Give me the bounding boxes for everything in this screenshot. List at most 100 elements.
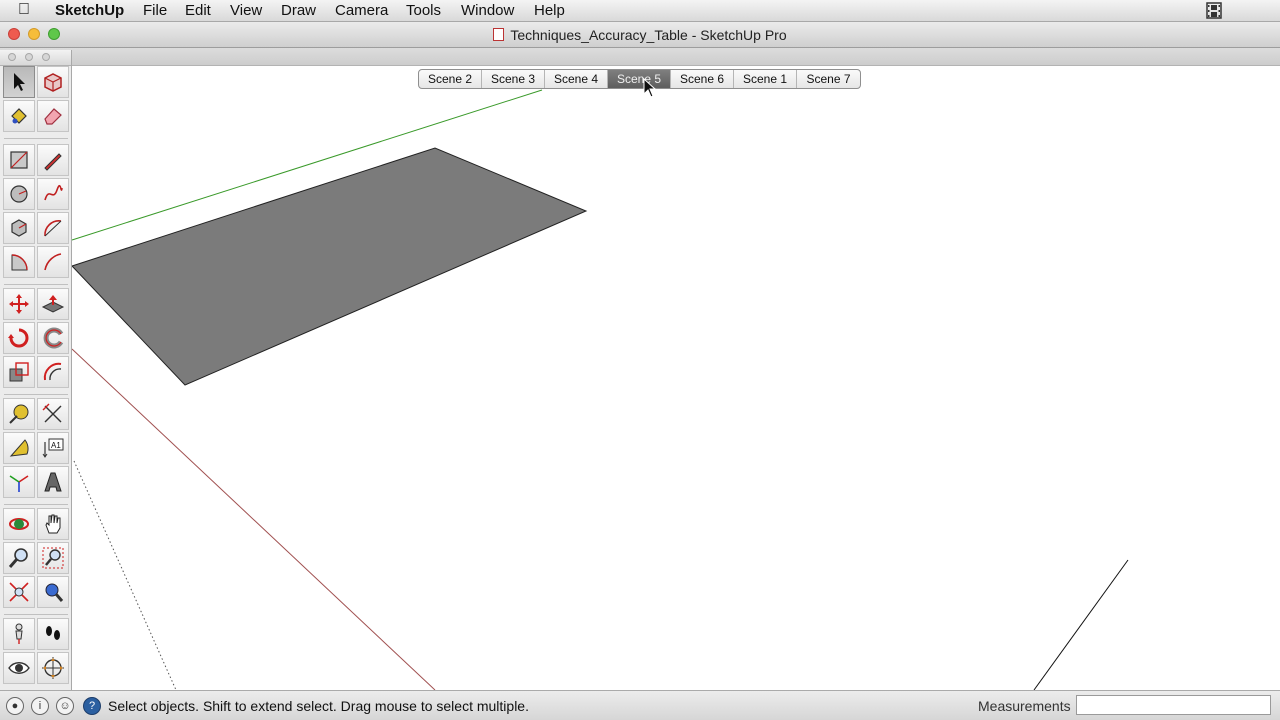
geo-location-icon[interactable]: ● <box>6 697 24 715</box>
tab-scene-6[interactable]: Scene 6 <box>671 70 734 88</box>
arc-icon <box>44 220 62 237</box>
tool-separator <box>4 614 68 615</box>
tool-move[interactable] <box>3 288 35 320</box>
tool-arc[interactable] <box>37 212 69 244</box>
follow-me-icon <box>43 327 64 349</box>
tool-select[interactable] <box>3 66 35 98</box>
tab-scene-1[interactable]: Scene 1 <box>734 70 797 88</box>
tool-make-component[interactable] <box>37 66 69 98</box>
tool-tape-measure[interactable] <box>3 398 35 430</box>
menu-draw[interactable]: Draw <box>281 2 316 19</box>
status-bar: ● i ☺ ? Select objects. Shift to extend … <box>0 690 1280 720</box>
model-canvas[interactable] <box>0 66 1280 690</box>
tool-offset[interactable] <box>37 356 69 388</box>
tool-text[interactable]: A1 <box>37 432 69 464</box>
tool-two-point-arc[interactable] <box>37 246 69 278</box>
position-camera-icon <box>15 623 23 644</box>
tool-protractor[interactable] <box>3 432 35 464</box>
tool-look-around[interactable] <box>3 652 35 684</box>
menu-file[interactable]: File <box>143 2 167 19</box>
tool-freehand[interactable] <box>37 178 69 210</box>
black-edge-line <box>1033 559 1129 690</box>
tool-previous-view[interactable] <box>37 576 69 608</box>
menu-bar:  SketchUp File Edit View Draw Camera To… <box>0 0 1280 22</box>
two-point-arc-icon <box>44 253 62 271</box>
walk-icon <box>46 626 60 640</box>
polygon-icon <box>11 219 27 237</box>
credits-icon[interactable]: i <box>31 697 49 715</box>
palette-title-bar <box>0 50 71 66</box>
app-menu[interactable]: SketchUp <box>55 2 124 19</box>
tool-zoom-extents[interactable] <box>3 576 35 608</box>
tab-scene-2[interactable]: Scene 2 <box>419 70 482 88</box>
tape-measure-icon <box>9 404 29 424</box>
apple-menu-icon[interactable]:  <box>18 1 30 19</box>
rectangle-icon <box>10 151 28 169</box>
tab-scene-5[interactable]: Scene 5 <box>608 70 671 88</box>
tool-zoom[interactable] <box>3 542 35 574</box>
pie-icon <box>11 254 28 271</box>
red-axis-line <box>71 348 436 690</box>
select-tool-icon <box>14 73 25 91</box>
tool-line[interactable] <box>37 144 69 176</box>
tool-3d-text[interactable] <box>37 466 69 498</box>
tool-walk[interactable] <box>37 618 69 650</box>
protractor-icon <box>9 439 29 457</box>
zoom-extents-icon <box>9 582 29 602</box>
tool-paint-bucket[interactable] <box>3 100 35 132</box>
tool-rectangle[interactable] <box>3 144 35 176</box>
window-title: Techniques_Accuracy_Table - SketchUp Pro <box>0 27 1280 43</box>
tool-follow-me[interactable] <box>37 322 69 354</box>
tool-eraser[interactable] <box>37 100 69 132</box>
circle-icon <box>10 185 28 203</box>
tool-dimension[interactable] <box>37 398 69 430</box>
user-account-icon[interactable]: ☺ <box>56 697 74 715</box>
palette-close-button[interactable] <box>8 53 16 61</box>
tool-scale[interactable] <box>3 356 35 388</box>
film-strip-icon[interactable] <box>1206 2 1222 19</box>
eraser-icon <box>44 108 62 125</box>
tool-position-camera[interactable] <box>3 618 35 650</box>
menu-help[interactable]: Help <box>534 2 565 19</box>
menu-window[interactable]: Window <box>461 2 514 19</box>
tool-circle[interactable] <box>3 178 35 210</box>
menu-tools[interactable]: Tools <box>406 2 441 19</box>
scale-icon <box>9 362 29 382</box>
palette-zoom-button[interactable] <box>42 53 50 61</box>
window-title-text: Techniques_Accuracy_Table - SketchUp Pro <box>510 27 787 43</box>
measurements-field[interactable] <box>1076 695 1271 715</box>
scene-tabs: Scene 2 Scene 3 Scene 4 Scene 5 Scene 6 … <box>418 69 861 89</box>
tool-orbit[interactable] <box>3 508 35 540</box>
dimension-icon <box>42 403 62 423</box>
tool-push-pull[interactable] <box>37 288 69 320</box>
palette-minimize-button[interactable] <box>25 53 33 61</box>
tool-pie[interactable] <box>3 246 35 278</box>
tab-scene-7[interactable]: Scene 7 <box>797 70 860 88</box>
offset-icon <box>43 362 62 381</box>
tool-pan[interactable] <box>37 508 69 540</box>
tool-zoom-window[interactable] <box>37 542 69 574</box>
tab-scene-3[interactable]: Scene 3 <box>482 70 545 88</box>
tool-axes[interactable] <box>3 466 35 498</box>
tool-rotate[interactable] <box>3 322 35 354</box>
menu-edit[interactable]: Edit <box>185 2 211 19</box>
look-around-icon <box>8 662 30 674</box>
help-icon[interactable]: ? <box>83 697 101 715</box>
window-title-bar: Techniques_Accuracy_Table - SketchUp Pro <box>0 22 1280 48</box>
tool-polygon[interactable] <box>3 212 35 244</box>
orbit-icon <box>9 518 29 530</box>
menu-view[interactable]: View <box>230 2 262 19</box>
move-icon <box>9 294 29 314</box>
document-icon <box>493 28 505 41</box>
tool-section-plane[interactable] <box>37 652 69 684</box>
line-icon <box>44 153 62 171</box>
tool-separator <box>4 394 68 395</box>
section-plane-icon <box>42 657 64 679</box>
menu-camera[interactable]: Camera <box>335 2 388 19</box>
toolbar-strip <box>0 48 1280 66</box>
previous-view-icon <box>45 583 64 602</box>
dotted-axis-line <box>73 460 177 690</box>
modeling-viewport[interactable] <box>0 66 1280 690</box>
axes-icon <box>9 475 29 492</box>
tab-scene-4[interactable]: Scene 4 <box>545 70 608 88</box>
